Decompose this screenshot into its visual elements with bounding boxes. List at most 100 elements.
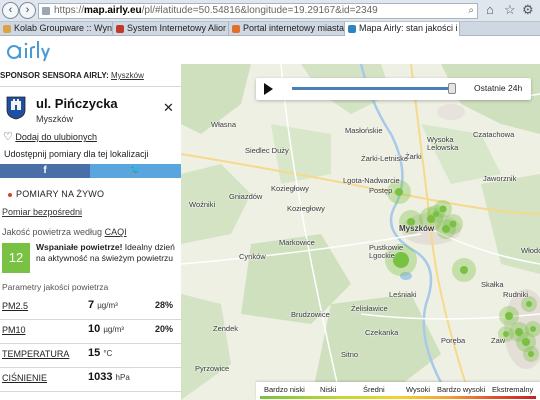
measurement-row-pm25: PM2.5 7 µg/m³ 28% — [0, 297, 181, 319]
map-label: Czatachowa — [473, 130, 515, 139]
caqi-link[interactable]: CAQI — [105, 227, 127, 237]
tab-airly[interactable]: Mapa Airly: stan jakości i po... — [345, 22, 460, 36]
map-label: Jaworznik — [483, 174, 517, 183]
map-label: Czekanka — [365, 328, 399, 337]
map-label: Sitno — [341, 350, 359, 359]
myszkow-favicon-icon — [232, 25, 240, 33]
map-label: Żarki — [405, 152, 422, 161]
map-view[interactable]: Własna Czatachowa Masłońskie Wysoka Lelo… — [181, 64, 540, 400]
close-icon[interactable]: ✕ — [163, 101, 174, 114]
divider — [0, 367, 181, 368]
tab-myszkow[interactable]: Portal internetowy miasta Mys... — [229, 22, 345, 36]
map-label: Żarki-Letnisko — [361, 154, 409, 163]
map-label: Siedlec Duży — [245, 146, 289, 155]
favorites-star-icon[interactable]: ☆ — [504, 2, 516, 18]
measurement-name[interactable]: PM10 — [2, 325, 26, 335]
caqi-index-badge: 12 — [2, 243, 30, 273]
map-label: Pustkowie Lgockie — [369, 243, 404, 260]
map-label: Postęp — [369, 186, 393, 195]
tab-kolab[interactable]: Kolab Groupware :: Wyniki wys... — [0, 22, 113, 36]
params-label: Parametry jakości powietrza — [2, 282, 109, 292]
map-label: Masłońskie — [345, 126, 383, 135]
lock-icon — [42, 7, 50, 15]
map-label: Skałka — [481, 280, 504, 289]
map-label: Lgota-Nadwarcie — [343, 176, 400, 185]
divider — [0, 343, 181, 344]
measurement-name[interactable]: CIŚNIENIE — [2, 373, 47, 383]
measurement-row-pm10: PM10 10 µg/m³ 20% — [0, 321, 181, 343]
measurement-value: 15 °C — [88, 347, 113, 359]
map-label: Zaw — [491, 336, 506, 345]
map-label: Włodo — [521, 246, 540, 255]
measurement-row-pressure: CIŚNIENIE 1033 hPa — [0, 369, 181, 391]
facebook-icon: f — [43, 165, 47, 176]
kolab-favicon-icon — [3, 25, 11, 33]
sponsor-link[interactable]: Myszków — [111, 71, 144, 80]
location-town: Myszków — [36, 114, 74, 124]
map-label: Pyrzowice — [195, 364, 230, 373]
back-button[interactable]: ‹ — [2, 2, 19, 19]
search-icon[interactable]: ⌕ — [468, 4, 474, 18]
map-canvas[interactable] — [181, 64, 540, 400]
map-label: Zendek — [213, 324, 239, 333]
time-range-label: Ostatnie 24h — [474, 83, 523, 93]
legend-item: Ekstremalny — [492, 385, 534, 394]
timeline-track[interactable] — [292, 87, 452, 90]
site-header — [0, 36, 540, 64]
twitter-icon: 🐦 — [129, 165, 142, 176]
sponsor-line: SPONSOR SENSORA AIRLY: Myszków — [0, 71, 144, 80]
forward-button[interactable]: › — [19, 2, 36, 19]
legend-item: Niski — [320, 385, 337, 394]
location-street: ul. Pińczycka — [36, 96, 118, 111]
map-label: Własna — [211, 120, 237, 129]
direct-measurement-link[interactable]: Pomiar bezpośredni — [2, 207, 82, 217]
legend-item: Wysoki — [406, 385, 431, 394]
caqi-line: Jakość powietrza według CAQI — [2, 227, 127, 237]
tab-strip: Kolab Groupware :: Wyniki wys... System … — [0, 22, 540, 36]
heart-icon: ♡ — [3, 131, 13, 143]
legend-item: Bardzo niski — [264, 385, 305, 394]
air-quality-legend: Bardzo niski Niski Średni Wysoki Bardzo … — [256, 382, 540, 400]
home-icon[interactable]: ⌂ — [486, 2, 494, 17]
measurement-percent: 20% — [155, 324, 174, 334]
divider — [0, 391, 181, 392]
map-label: Poręba — [441, 336, 466, 345]
measurement-name[interactable]: TEMPERATURA — [2, 349, 69, 359]
map-label: Myszków — [399, 224, 435, 233]
map-label: Wysoka Lelowska — [427, 135, 459, 152]
timeline-player: Ostatnie 24h — [256, 78, 531, 100]
map-label: Woźniki — [189, 200, 216, 209]
settings-gear-icon[interactable]: ⚙ — [522, 2, 534, 18]
map-label: Brudzowice — [291, 310, 330, 319]
tab-alior[interactable]: System Internetowy Alior Bank... — [113, 22, 229, 36]
legend-item: Bardzo wysoki — [437, 385, 486, 394]
quality-description: Wspaniałe powietrze! Idealny dzień na ak… — [36, 242, 175, 263]
url-input[interactable]: https://map.airly.eu/pl/#latitude=50.548… — [38, 3, 478, 19]
twitter-share-button[interactable]: 🐦 — [90, 164, 181, 178]
alior-favicon-icon — [116, 25, 124, 33]
map-label: Koziegłowy — [271, 184, 309, 193]
share-label: Udostępnij pomiary dla tej lokalizacji — [4, 149, 149, 159]
address-bar: ‹ › https://map.airly.eu/pl/#latitude=50… — [0, 0, 540, 22]
measurement-value: 1033 hPa — [88, 371, 130, 383]
airly-favicon-icon — [348, 25, 356, 33]
measurement-name[interactable]: PM2.5 — [2, 301, 28, 311]
map-label: Koziegłowy — [287, 204, 325, 213]
airly-logo[interactable] — [6, 38, 52, 62]
add-favorite-link[interactable]: ♡ Dodaj do ulubionych — [3, 130, 97, 143]
measurement-value: 10 µg/m³ — [88, 323, 124, 335]
map-label: Leśniaki — [389, 290, 417, 299]
timeline-slider-handle[interactable] — [448, 83, 456, 94]
legend-gradient-bar — [260, 396, 536, 399]
map-label: Markowice — [279, 238, 315, 247]
map-label: Rudniki — [503, 290, 529, 299]
measurement-value: 7 µg/m³ — [88, 299, 118, 311]
measurement-percent: 28% — [155, 300, 174, 310]
myszkow-crest-icon — [6, 96, 26, 120]
live-heading: POMIARY NA ŻYWO — [8, 189, 104, 199]
map-label: Gniazdów — [229, 192, 263, 201]
map-label: Cynków — [239, 252, 266, 261]
play-icon[interactable] — [264, 83, 273, 95]
live-dot-icon — [8, 192, 12, 197]
facebook-share-button[interactable]: f — [0, 164, 90, 178]
